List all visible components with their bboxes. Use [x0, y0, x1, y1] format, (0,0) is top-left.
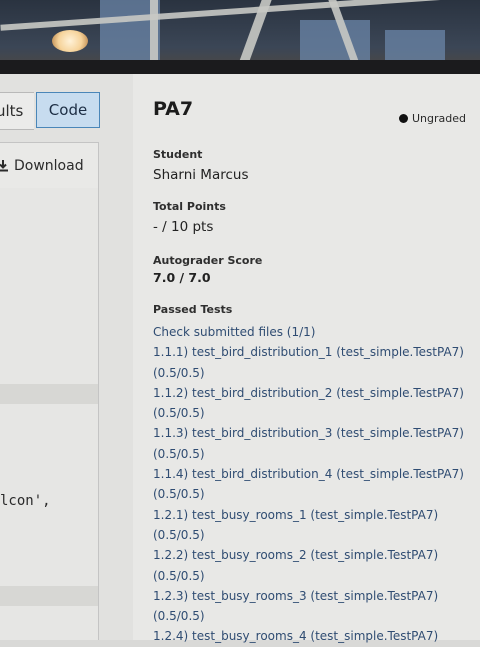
test-result-line: (0.5/0.5)	[153, 568, 205, 583]
test-result-line: (0.5/0.5)	[153, 406, 205, 421]
test-result-line: 1.2.4) test_busy_rooms_4 (test_simple.Te…	[153, 629, 439, 644]
download-icon	[0, 160, 8, 172]
status-dot-icon	[399, 114, 408, 123]
student-name: Sharni Marcus	[153, 167, 249, 183]
tab-code[interactable]: Code	[36, 92, 100, 128]
student-label: Student	[153, 148, 203, 161]
test-result-line: 1.1.1) test_bird_distribution_1 (test_si…	[153, 345, 464, 360]
status-badge: Ungraded	[399, 112, 466, 125]
passed-tests-label: Passed Tests	[153, 303, 233, 316]
page-title: PA7	[153, 98, 194, 120]
test-result-line: (0.5/0.5)	[153, 446, 205, 461]
test-result-line: (0.5/0.5)	[153, 609, 205, 624]
tab-results[interactable]: ults	[0, 92, 34, 130]
tab-results-label: ults	[0, 102, 24, 120]
autograder-label: Autograder Score	[153, 254, 263, 267]
code-line: lcon',	[0, 493, 51, 509]
monitor-bezel	[0, 60, 480, 74]
test-result-line: 1.1.4) test_bird_distribution_4 (test_si…	[153, 467, 464, 482]
code-panel: ults Code Download lcon',	[0, 74, 133, 640]
test-result-line: 1.2.1) test_busy_rooms_1 (test_simple.Te…	[153, 507, 439, 522]
results-panel: PA7 Ungraded Student Sharni Marcus Total…	[133, 74, 480, 643]
total-points-label: Total Points	[153, 200, 226, 213]
autograder-value: 7.0 / 7.0	[153, 270, 211, 285]
download-button[interactable]: Download	[0, 142, 99, 190]
view-tabs: ults Code	[0, 92, 100, 130]
test-result-line: (0.5/0.5)	[153, 527, 205, 542]
code-line-highlight	[0, 384, 98, 404]
test-result-line: 1.2.2) test_busy_rooms_2 (test_simple.Te…	[153, 548, 439, 563]
ceiling-lamp	[52, 30, 88, 52]
test-result-line: 1.1.3) test_bird_distribution_3 (test_si…	[153, 426, 464, 441]
test-result-line: Check submitted files (1/1)	[153, 325, 316, 339]
test-result-line: (0.5/0.5)	[153, 487, 205, 502]
status-label: Ungraded	[412, 112, 467, 125]
test-result-line: (0.5/0.5)	[153, 365, 205, 380]
code-line-highlight	[0, 586, 98, 606]
code-viewer[interactable]: lcon',	[0, 188, 99, 640]
total-points-value: - / 10 pts	[153, 219, 214, 235]
test-result-line: 1.2.3) test_busy_rooms_3 (test_simple.Te…	[153, 588, 439, 603]
test-result-line: 1.1.2) test_bird_distribution_2 (test_si…	[153, 385, 464, 400]
download-label: Download	[14, 158, 84, 174]
passed-tests-list: Check submitted files (1/1) 1.1.1) test_…	[153, 322, 473, 647]
